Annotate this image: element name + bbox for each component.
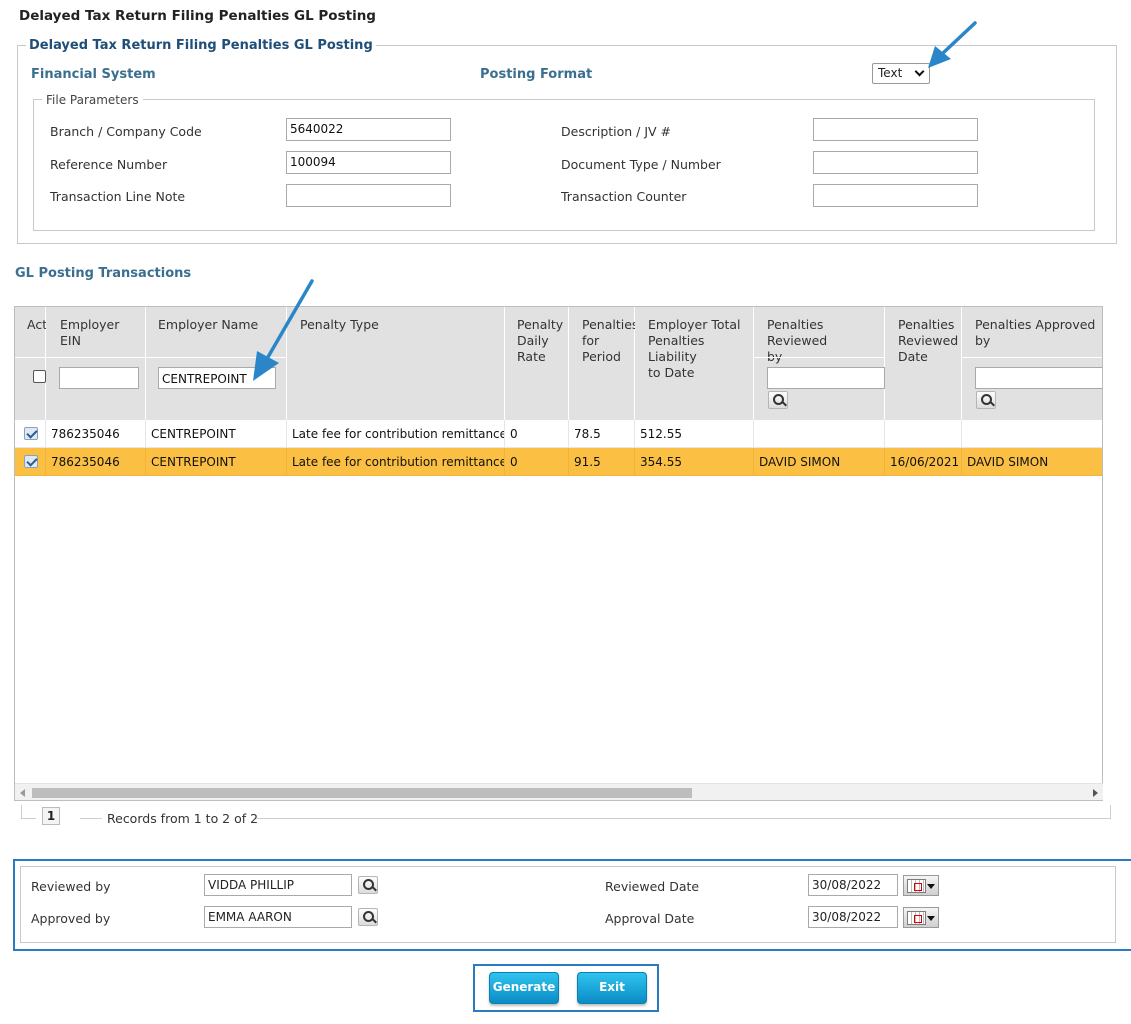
posting-format-value: Text [878,66,903,80]
cell-reviewed-date: 16/06/2021 [885,448,962,476]
header-total-liability[interactable]: Employer Total Penalties Liability to Da… [635,307,754,420]
branch-input[interactable]: 5640022 [286,118,451,141]
approved-by-filter-input[interactable] [975,367,1102,389]
search-icon[interactable] [976,391,996,409]
reference-input[interactable]: 100094 [286,151,451,174]
cell-liability: 512.55 [635,420,754,448]
table-row[interactable]: 786235046 CENTREPOINT Late fee for contr… [15,420,1102,448]
header-employer-ein[interactable]: Employer EIN [46,307,146,420]
cell-daily-rate: 0 [505,448,569,476]
cell-penalty-type: Late fee for contribution remittance [287,448,505,476]
row-checkbox[interactable] [24,455,38,468]
cell-name: CENTREPOINT [146,448,287,476]
scrollbar-thumb[interactable] [32,788,692,798]
reviewed-by-label: Reviewed by [31,879,111,894]
cell-for-period: 91.5 [569,448,635,476]
description-label: Description / JV # [561,124,672,139]
gl-transactions-grid: Act Employer EIN Employer Name CENTREPOI… [14,306,1103,801]
description-input[interactable] [813,118,978,141]
header-act: Act [15,307,47,420]
cell-penalty-type: Late fee for contribution remittance [287,420,505,448]
reviewed-date-label: Reviewed Date [605,879,700,894]
exit-button[interactable]: Exit [577,972,647,1004]
line-note-input[interactable] [286,184,451,207]
cell-name: CENTREPOINT [146,420,287,448]
search-icon[interactable] [358,876,378,894]
approved-by-input[interactable]: EMMA AARON [204,906,352,928]
gl-transactions-title: GL Posting Transactions [15,266,192,281]
reference-label: Reference Number [50,157,168,172]
ein-filter-input[interactable] [59,367,139,389]
pager-divider [21,805,22,819]
cell-ein: 786235046 [46,420,146,448]
posting-legend: Delayed Tax Return Filing Penalties GL P… [26,38,376,53]
approval-date-input[interactable]: 30/08/2022 [808,906,898,928]
cell-reviewed-date [885,420,962,448]
reviewed-by-filter-input[interactable] [767,367,885,389]
scroll-left-icon[interactable] [20,789,25,797]
cell-for-period: 78.5 [569,420,635,448]
file-parameters-legend: File Parameters [42,93,143,107]
cell-ein: 786235046 [46,448,146,476]
calendar-icon[interactable] [903,875,939,896]
pager-divider [1110,805,1111,819]
cell-reviewed-by: DAVID SIMON [754,448,885,476]
scroll-right-icon[interactable] [1093,789,1098,797]
generate-button[interactable]: Generate [489,972,559,1004]
pager-divider [80,818,102,819]
counter-input[interactable] [813,184,978,207]
reviewed-by-input[interactable]: VIDDA PHILLIP [204,874,352,896]
header-penalties-approved-by[interactable]: Penalties Approved by [962,307,1102,420]
search-icon[interactable] [768,391,788,409]
approval-date-label: Approval Date [605,911,695,926]
table-row[interactable]: 786235046 CENTREPOINT Late fee for contr… [15,448,1102,476]
annotation-arrow-icon [928,21,977,68]
header-penalties-reviewed-date[interactable]: Penalties Reviewed Date [885,307,962,420]
doc-type-input[interactable] [813,151,978,174]
records-count: Records from 1 to 2 of 2 [107,811,259,826]
row-checkbox[interactable] [24,427,38,440]
header-penalties-reviewed-by[interactable]: Penalties Reviewed by [754,307,885,420]
counter-label: Transaction Counter [561,189,687,204]
approved-by-label: Approved by [31,911,111,926]
cell-liability: 354.55 [635,448,754,476]
select-all-checkbox[interactable] [33,370,46,383]
calendar-icon[interactable] [903,907,939,928]
cell-approved-by: DAVID SIMON [962,448,1102,476]
pager-divider [21,818,36,819]
cell-approved-by [962,420,1102,448]
header-penalty-daily-rate[interactable]: Penalty Daily Rate [505,307,569,420]
pager-divider [256,818,1111,819]
doc-type-label: Document Type / Number [561,157,721,172]
cell-reviewed-by [754,420,885,448]
reviewed-date-input[interactable]: 30/08/2022 [808,874,898,896]
financial-system-label: Financial System [31,67,156,82]
posting-format-label: Posting Format [480,67,593,82]
page-number-button[interactable]: 1 [42,807,60,825]
search-icon[interactable] [358,908,378,926]
header-penalties-for-period[interactable]: Penalties for Period [569,307,638,420]
action-buttons: Generate Exit [473,964,659,1012]
page-title: Delayed Tax Return Filing Penalties GL P… [19,8,376,24]
horizontal-scrollbar[interactable] [15,783,1103,800]
review-fieldset [20,866,1116,943]
annotation-arrow-icon [253,279,314,381]
branch-label: Branch / Company Code [50,124,202,139]
line-note-label: Transaction Line Note [50,189,186,204]
cell-daily-rate: 0 [505,420,569,448]
